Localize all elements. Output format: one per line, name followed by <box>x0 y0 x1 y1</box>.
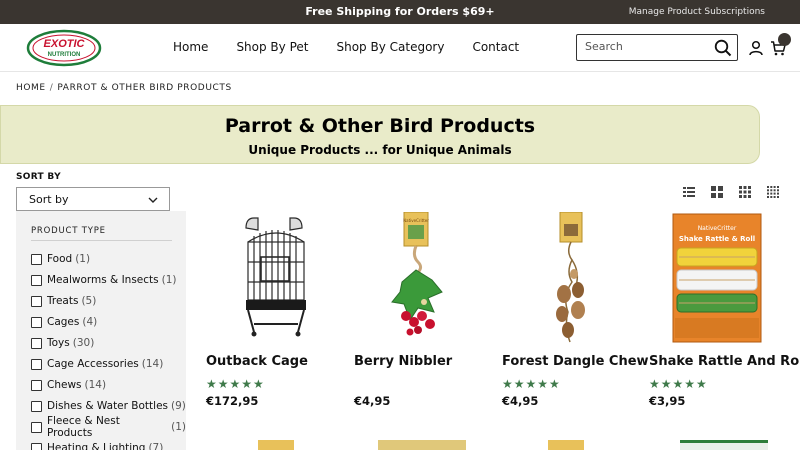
grid-4-icon[interactable] <box>767 186 779 198</box>
product-rating-stars: ★★★★★ <box>502 377 561 391</box>
site-header: EXOTIC NUTRITION Home Shop By Pet Shop B… <box>0 24 800 72</box>
filter-count: (14) <box>141 358 164 370</box>
exotic-nutrition-logo[interactable]: EXOTIC NUTRITION <box>26 29 102 67</box>
filter-count: (14) <box>84 379 107 391</box>
logo-title-text: EXOTIC <box>44 38 86 50</box>
search-box <box>576 34 738 61</box>
chevron-down-icon <box>148 197 158 203</box>
filter-item-cage-accessories[interactable]: Cage Accessories (14) <box>31 356 163 372</box>
nav-shop-by-pet[interactable]: Shop By Pet <box>236 40 308 54</box>
search-icon[interactable] <box>714 39 732 57</box>
checkbox[interactable] <box>31 337 42 349</box>
filter-label: Cages <box>47 316 80 328</box>
nav-contact[interactable]: Contact <box>472 40 519 54</box>
grid-3-icon[interactable] <box>739 186 751 198</box>
filter-item-mealworms[interactable]: Mealworms & Insects (1) <box>31 272 177 288</box>
product-name[interactable]: Shake Rattle And Roll <box>649 354 800 369</box>
packaging-title: Shake Rattle & Roll <box>679 235 755 243</box>
product-image-peek[interactable] <box>378 440 466 450</box>
nav-home[interactable]: Home <box>173 40 208 54</box>
filter-count: (1) <box>161 274 177 286</box>
filter-count: (1) <box>171 421 186 433</box>
breadcrumb-separator: / <box>49 83 54 93</box>
filter-title: PRODUCT TYPE <box>31 226 106 236</box>
page-title: Parrot & Other Bird Products <box>224 115 536 137</box>
packaging-brand: NativeCritter <box>698 225 737 232</box>
filter-divider <box>31 240 172 241</box>
filter-count: (4) <box>82 316 98 328</box>
filter-count: (9) <box>171 400 186 412</box>
filter-item-dishes[interactable]: Dishes & Water Bottles (9) <box>31 398 186 414</box>
sort-by-value: Sort by <box>29 193 69 206</box>
filter-count: (30) <box>72 337 95 349</box>
manage-subscriptions-link[interactable]: Manage Product Subscriptions <box>629 7 765 17</box>
sort-by-select[interactable]: Sort by <box>16 187 170 211</box>
collection-banner: Parrot & Other Bird Products Unique Prod… <box>0 105 760 164</box>
filter-label: Mealworms & Insects <box>47 274 159 286</box>
search-input[interactable] <box>585 40 705 53</box>
product-image-shake-rattle-roll[interactable]: NativeCritter Shake Rattle & Roll <box>649 212 789 347</box>
filter-count: (1) <box>75 253 91 265</box>
announcement-bar: Free Shipping for Orders $69+ Manage Pro… <box>0 0 800 24</box>
sort-by-label: SORT BY <box>16 172 61 182</box>
filter-item-food[interactable]: Food (1) <box>31 251 90 267</box>
filter-label: Treats <box>47 295 79 307</box>
checkbox[interactable] <box>31 400 42 412</box>
logo-subtitle-text: NUTRITION <box>48 52 81 58</box>
product-price: €172,95 <box>206 394 259 408</box>
filter-count: (7) <box>148 442 164 450</box>
product-price: €4,95 <box>354 394 391 408</box>
filter-label: Food <box>47 253 73 265</box>
product-rating-stars: ★★★★★ <box>206 377 265 391</box>
checkbox[interactable] <box>31 442 42 450</box>
checkbox[interactable] <box>31 379 42 391</box>
breadcrumb-current: PARROT & OTHER BIRD PRODUCTS <box>57 83 232 93</box>
list-view-icon[interactable] <box>683 186 695 198</box>
checkbox[interactable] <box>31 295 42 307</box>
product-price: €4,95 <box>502 394 539 408</box>
filter-label: Toys <box>47 337 70 349</box>
grid-2-icon[interactable] <box>711 186 723 198</box>
filter-label: Chews <box>47 379 82 391</box>
checkbox[interactable] <box>31 316 42 328</box>
checkbox[interactable] <box>31 253 42 265</box>
filter-label: Cage Accessories <box>47 358 139 370</box>
product-image-cage[interactable] <box>206 212 346 347</box>
breadcrumb: HOME / PARROT & OTHER BIRD PRODUCTS <box>16 83 232 93</box>
filter-item-toys[interactable]: Toys (30) <box>31 335 94 351</box>
product-rating-stars: ★★★★★ <box>649 377 708 391</box>
product-type-filter: PRODUCT TYPE Food (1) Mealworms & Insects… <box>16 211 186 450</box>
filter-item-heating[interactable]: Heating & Lighting (7) <box>31 440 163 450</box>
filter-label: Dishes & Water Bottles <box>47 400 169 412</box>
product-image-peek[interactable] <box>680 440 768 450</box>
filter-item-chews[interactable]: Chews (14) <box>31 377 106 393</box>
product-name[interactable]: Forest Dangle Chew <box>502 354 649 369</box>
filter-label: Heating & Lighting <box>47 442 146 450</box>
page-subtitle: Unique Products ... for Unique Animals <box>248 143 512 157</box>
cart-count-badge[interactable] <box>778 33 791 46</box>
product-image-peek[interactable] <box>548 440 584 450</box>
checkbox[interactable] <box>31 421 42 433</box>
filter-item-treats[interactable]: Treats (5) <box>31 293 96 309</box>
product-image-peek[interactable] <box>258 440 294 450</box>
filter-label: Fleece & Nest Products <box>46 415 120 439</box>
packaging-label: NativeCritter <box>403 218 429 223</box>
product-name[interactable]: Berry Nibbler <box>354 354 452 369</box>
product-image-berry-nibbler[interactable]: NativeCritter <box>354 212 494 347</box>
product-image-forest-dangle[interactable] <box>502 212 642 347</box>
account-icon[interactable] <box>748 40 764 56</box>
filter-item-fleece[interactable]: Fleece & Nest Products (1) <box>31 415 186 439</box>
filter-item-cages[interactable]: Cages (4) <box>31 314 97 330</box>
breadcrumb-home[interactable]: HOME <box>16 83 46 93</box>
product-name[interactable]: Outback Cage <box>206 354 308 369</box>
checkbox[interactable] <box>31 358 42 370</box>
main-nav: Home Shop By Pet Shop By Category Contac… <box>173 40 547 54</box>
checkbox[interactable] <box>31 274 42 286</box>
product-price: €3,95 <box>649 394 686 408</box>
nav-shop-by-category[interactable]: Shop By Category <box>336 40 444 54</box>
filter-count: (5) <box>81 295 97 307</box>
